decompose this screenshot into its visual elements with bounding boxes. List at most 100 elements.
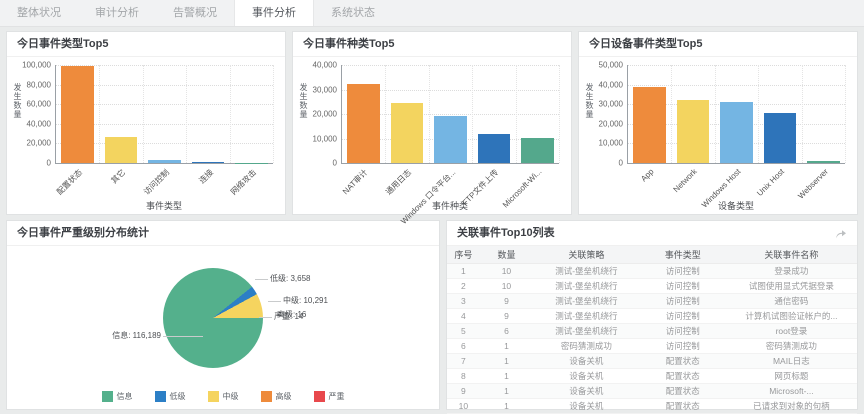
panel-event-type-top5: 今日事件类型Top5 发生数量020,00040,00060,00080,000… [6,31,286,215]
gridline-vertical [385,65,386,163]
bar-chart-device-event-type: 发生数量010,00020,00030,00040,00050,000AppNe… [579,57,857,213]
gridline-vertical [186,65,187,163]
legend-swatch-low [155,391,166,402]
panel-title-event-kind: 今日事件种类Top5 [303,37,394,52]
panel-title-severity: 今日事件严重级别分布统计 [17,226,149,241]
tab-alert-overview[interactable]: 告警概况 [156,0,234,26]
bar-FTP文件上传 [478,134,511,163]
table-cell: 10 [480,264,533,279]
table-cell: 登录成功 [726,264,857,279]
x-tick-label: 配置状态 [54,167,84,197]
gridline-vertical [802,65,803,163]
table-row[interactable]: 61密码猜测成功访问控制密码猜测成功 [447,339,857,354]
panel-correlated-events: 关联事件Top10列表 序号数量关联策略事件类型关联事件名称 110测试-堡垒机… [446,220,858,410]
bar-其它 [105,137,138,163]
bar-chart-event-kind: 发生数量010,00020,00030,00040,000NAT审计通用日志Wi… [293,57,571,213]
table-cell: 设备关机 [533,354,640,369]
dashboard-content: 今日事件类型Top5 发生数量020,00040,00060,00080,000… [0,27,864,414]
bar-Microsoft-Wi... [521,138,554,163]
table-cell: 4 [447,309,480,324]
bar-Network [677,100,710,163]
legend-swatch-info [102,391,113,402]
panel-severity-distribution: 今日事件严重级别分布统计 低级: 3,658 中级: 10,291 高级: 16… [6,220,440,410]
bar-配置状态 [61,66,94,163]
x-axis-title: 设备类型 [627,199,845,212]
tab-overall-status[interactable]: 整体状况 [0,0,78,26]
y-tick-label: 40,000 [27,119,51,128]
x-tick-label: App [639,167,655,183]
column-header: 事件类型 [640,246,726,264]
bar-Windows Host [720,102,753,163]
table-cell: root登录 [726,324,857,339]
y-tick-label: 40,000 [313,61,337,70]
legend-item-mid[interactable]: 中级 [208,391,239,402]
table-cell: 测试-堡垒机绕行 [533,294,640,309]
gridline-vertical [559,65,560,163]
table-row[interactable]: 71设备关机配置状态MAIL日志 [447,354,857,369]
table-cell: 访问控制 [640,264,726,279]
table-row[interactable]: 101设备关机配置状态已请求到对象的句柄 [447,399,857,414]
x-tick-label: Network [672,167,699,194]
table-cell: 设备关机 [533,369,640,384]
y-tick-label: 20,000 [599,119,623,128]
pie-label-severe: 严重: 14 [274,311,303,322]
table-cell: 访问控制 [640,294,726,309]
table-cell: 配置状态 [640,399,726,414]
y-tick-label: 10,000 [313,134,337,143]
panel-title-correlated-events: 关联事件Top10列表 [457,226,555,241]
tab-system-status[interactable]: 系统状态 [314,0,392,26]
table-cell: 10 [480,279,533,294]
tab-audit-analysis[interactable]: 审计分析 [78,0,156,26]
table-row[interactable]: 56测试-堡垒机绕行访问控制root登录 [447,324,857,339]
plot-area: 020,00040,00060,00080,000100,000 [55,65,273,164]
legend-item-info[interactable]: 信息 [102,391,133,402]
gridline-vertical [472,65,473,163]
table-cell: 5 [447,324,480,339]
pie-circle [163,268,263,368]
table-cell: 测试-堡垒机绕行 [533,309,640,324]
table-row[interactable]: 49测试-堡垒机绕行访问控制计算机试图验证帐户的... [447,309,857,324]
table-row[interactable]: 39测试-堡垒机绕行访问控制通信密码 [447,294,857,309]
gridline-vertical [758,65,759,163]
y-tick-label: 10,000 [599,139,623,148]
table-cell: 密码猜测成功 [533,339,640,354]
tab-event-analysis[interactable]: 事件分析 [234,0,314,26]
table-cell: 访问控制 [640,339,726,354]
bar-Windows 口令平台... [434,116,467,163]
column-header: 数量 [480,246,533,264]
legend-item-high[interactable]: 高级 [261,391,292,402]
legend-label: 信息 [117,391,133,402]
bar-NAT审计 [347,84,380,163]
y-tick-label: 40,000 [599,80,623,89]
table-row[interactable]: 210测试-堡垒机绕行访问控制试图使用显式凭据登录 [447,279,857,294]
gridline-vertical [143,65,144,163]
x-tick-label: NAT审计 [341,167,371,197]
table-cell: 10 [447,399,480,414]
y-tick-label: 80,000 [27,80,51,89]
table-header-row: 序号数量关联策略事件类型关联事件名称 [447,246,857,264]
gridline [342,65,559,66]
gridline-vertical [516,65,517,163]
table-header: 序号数量关联策略事件类型关联事件名称 [447,246,857,264]
x-tick-label: 网络攻击 [229,167,259,197]
x-axis-labels: 配置状态其它访问控制连接网络攻击 [55,163,273,197]
legend-label: 中级 [223,391,239,402]
table-row[interactable]: 110测试-堡垒机绕行访问控制登录成功 [447,264,857,279]
export-icon[interactable] [835,229,847,239]
gridline-vertical [715,65,716,163]
table-row[interactable]: 81设备关机配置状态网页标题 [447,369,857,384]
table-row[interactable]: 91设备关机配置状态Microsoft-... [447,384,857,399]
table-cell: 访问控制 [640,279,726,294]
table-cell: 2 [447,279,480,294]
pie-chart-severity: 低级: 3,658 中级: 10,291 高级: 16 严重: 14 信息: 1… [7,246,439,409]
gridline-vertical [99,65,100,163]
gridline-vertical [273,65,274,163]
bottom-row: 今日事件严重级别分布统计 低级: 3,658 中级: 10,291 高级: 16… [6,220,858,410]
table-cell: 设备关机 [533,384,640,399]
legend-item-severe[interactable]: 严重 [314,391,345,402]
table-cell: 1 [480,354,533,369]
table-cell: 9 [480,294,533,309]
legend-label: 严重 [329,391,345,402]
table-cell: 测试-堡垒机绕行 [533,324,640,339]
legend-item-low[interactable]: 低级 [155,391,186,402]
